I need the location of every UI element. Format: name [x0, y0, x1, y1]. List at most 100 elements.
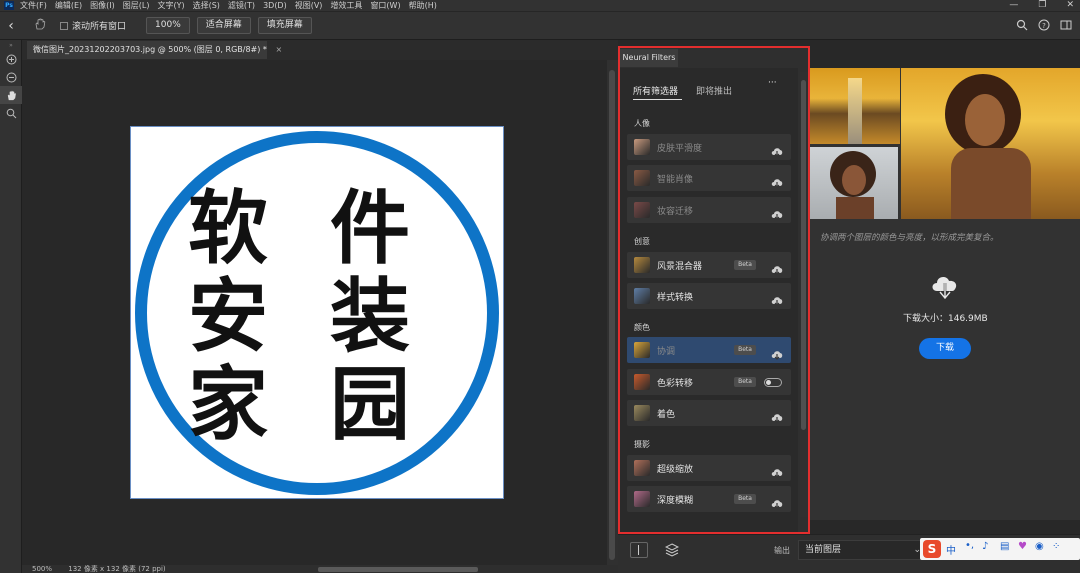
- menu-plugins[interactable]: 增效工具: [330, 0, 362, 11]
- collapse-icon[interactable]: »: [0, 40, 22, 50]
- cloud-download-icon[interactable]: [771, 260, 783, 275]
- layers-icon[interactable]: [665, 543, 679, 557]
- download-button[interactable]: 下载: [919, 338, 971, 359]
- filter-thumbnail-icon: [634, 257, 650, 273]
- restore-button[interactable]: ❐: [1038, 0, 1046, 10]
- zoom-out-icon[interactable]: [0, 68, 22, 86]
- filter-label: 超级缩放: [657, 465, 694, 475]
- image-char: 装: [330, 270, 410, 363]
- filter-thumbnail-icon: [634, 374, 650, 390]
- cloud-download-icon[interactable]: [771, 463, 783, 478]
- menu-3d[interactable]: 3D(D): [263, 1, 287, 10]
- skin-icon: ♥: [1018, 541, 1027, 552]
- section-title: 摄影: [634, 440, 650, 449]
- filter-item[interactable]: 深度模糊 Beta: [627, 486, 791, 512]
- image-char: 园: [330, 358, 410, 451]
- menu-bar: Ps 文件(F) 编辑(E) 图像(I) 图层(L) 文字(Y) 选择(S) 滤…: [0, 0, 1080, 11]
- minimize-button[interactable]: —: [1009, 0, 1018, 10]
- panel-bottom-bar: 输出 当前图层 ⌄ S 中 •, ♪ ▤ ♥ ◉ ⁘: [618, 534, 1080, 573]
- filter-item[interactable]: 超级缩放: [627, 455, 791, 481]
- canvas-horizontal-scroll-thumb[interactable]: [318, 567, 478, 572]
- filter-item[interactable]: 样式转换: [627, 283, 791, 309]
- filter-label: 妆容迁移: [657, 207, 694, 217]
- filter-item[interactable]: 风景混合器 Beta: [627, 252, 791, 278]
- filter-label: 风景混合器: [657, 262, 703, 272]
- filter-thumbnail-icon: [634, 170, 650, 186]
- filter-item[interactable]: 色彩转移 Beta: [627, 369, 791, 395]
- menu-help[interactable]: 帮助(H): [409, 0, 437, 11]
- document-image: 软 件 安 装 家 园: [130, 126, 504, 499]
- close-window-button[interactable]: ✕: [1066, 0, 1074, 10]
- output-select[interactable]: 当前图层 ⌄: [798, 540, 928, 560]
- tab-coming-soon[interactable]: 即将推出: [696, 84, 732, 97]
- filter-label: 色彩转移: [657, 379, 694, 389]
- filter-item[interactable]: 着色: [627, 400, 791, 426]
- workspace-icon[interactable]: [1060, 19, 1072, 31]
- beta-badge: Beta: [734, 260, 756, 270]
- section-title: 颜色: [634, 323, 650, 332]
- output-value: 当前图层: [805, 545, 842, 555]
- menu-window[interactable]: 窗口(W): [370, 0, 400, 11]
- image-char: 安: [188, 270, 268, 363]
- cloud-download-icon[interactable]: [771, 142, 783, 157]
- ime-toolbar[interactable]: S 中 •, ♪ ▤ ♥ ◉ ⁘: [920, 538, 1080, 560]
- canvas-scroll-thumb[interactable]: [609, 70, 615, 560]
- menu-image[interactable]: 图像(I): [90, 0, 115, 11]
- menu-filter[interactable]: 滤镜(T): [228, 0, 255, 11]
- filter-item[interactable]: 智能肖像: [627, 165, 791, 191]
- preview-result-image: [901, 68, 1080, 219]
- fit-screen-button[interactable]: 适合屏幕: [196, 17, 251, 34]
- toolbox-icon: ◉: [1035, 541, 1044, 552]
- checkbox-box[interactable]: [60, 21, 68, 30]
- cloud-download-icon[interactable]: [771, 408, 783, 423]
- section-title: 创意: [634, 237, 650, 246]
- tab-close-icon[interactable]: ×: [275, 45, 282, 54]
- status-size: 132 像素 x 132 像素 (72 ppi): [68, 565, 166, 573]
- filter-thumbnail-icon: [634, 460, 650, 476]
- cloud-download-icon[interactable]: [771, 291, 783, 306]
- menu-select[interactable]: 选择(S): [193, 0, 220, 11]
- path-highlight: [848, 78, 862, 144]
- cloud-download-icon[interactable]: [771, 205, 783, 220]
- options-bar: ‹ 滚动所有窗口 100% 适合屏幕 填充屏幕 ?: [0, 11, 1080, 40]
- filter-label: 样式转换: [657, 293, 694, 303]
- cloud-download-icon[interactable]: [771, 173, 783, 188]
- menu-view[interactable]: 视图(V): [295, 0, 323, 11]
- compare-divider: [638, 545, 639, 555]
- scroll-all-checkbox[interactable]: 滚动所有窗口: [60, 19, 126, 32]
- back-chevron-icon[interactable]: ‹: [0, 18, 22, 34]
- menu-edit[interactable]: 编辑(E): [55, 0, 82, 11]
- filter-toggle[interactable]: [764, 378, 782, 387]
- neural-filters-tab[interactable]: Neural Filters: [620, 49, 678, 67]
- mic-icon: ♪: [982, 541, 989, 552]
- filter-label: 皮肤平滑度: [657, 144, 703, 154]
- filter-item[interactable]: 皮肤平滑度: [627, 134, 791, 160]
- hand-icon[interactable]: [0, 86, 22, 104]
- more-options-icon[interactable]: ···: [768, 78, 777, 88]
- zoom-in-icon[interactable]: [0, 50, 22, 68]
- document-tab-title: 微信图片_20231202203703.jpg @ 500% (图层 0, RG…: [33, 45, 267, 54]
- svg-text:?: ?: [1042, 22, 1046, 30]
- menu-layer[interactable]: 图层(L): [123, 0, 150, 11]
- menu-file[interactable]: 文件(F): [20, 0, 47, 11]
- tab-all-filters[interactable]: 所有筛选器: [633, 84, 678, 97]
- help-icon[interactable]: ?: [1038, 19, 1050, 31]
- magnifier-icon[interactable]: [0, 104, 22, 122]
- fill-screen-button[interactable]: 填充屏幕: [257, 17, 312, 34]
- image-char: 家: [188, 358, 268, 451]
- search-icon[interactable]: [1016, 19, 1028, 31]
- preview-thumb-portrait: [810, 147, 898, 219]
- compare-toggle-icon[interactable]: [630, 542, 648, 558]
- menu-type[interactable]: 文字(Y): [157, 0, 184, 11]
- cloud-download-icon[interactable]: [771, 345, 783, 360]
- filters-scroll-thumb[interactable]: [801, 80, 806, 430]
- tab-underline: [633, 99, 682, 100]
- filter-item[interactable]: 协调 Beta: [627, 337, 791, 363]
- filter-item[interactable]: 妆容迁移: [627, 197, 791, 223]
- filter-thumbnail-icon: [634, 202, 650, 218]
- status-zoom: 500%: [32, 565, 53, 573]
- document-tab[interactable]: 微信图片_20231202203703.jpg @ 500% (图层 0, RG…: [27, 41, 282, 59]
- cloud-download-icon[interactable]: [771, 494, 783, 509]
- zoom-100-button[interactable]: 100%: [146, 17, 190, 34]
- scroll-all-label: 滚动所有窗口: [72, 22, 127, 32]
